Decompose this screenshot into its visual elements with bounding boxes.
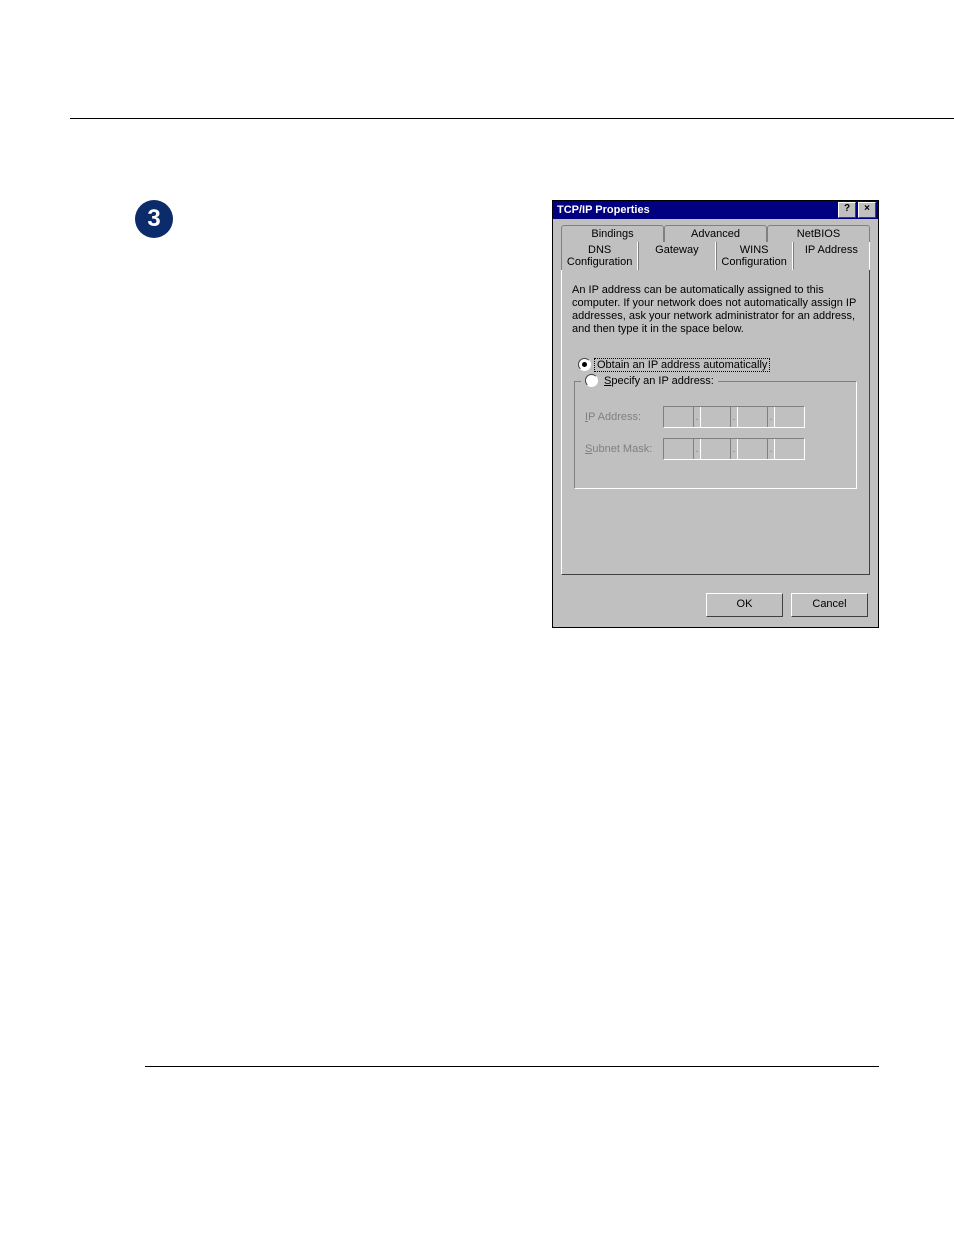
tab-wins[interactable]: WINS Configuration: [716, 242, 793, 270]
dialog-body: Bindings Advanced NetBIOS DNS Configurat…: [553, 219, 878, 585]
header-divider: [70, 118, 954, 119]
radio-icon: [585, 374, 598, 387]
document-page: 3 TCP/IP Properties ? × Bindings Advance…: [0, 0, 954, 1235]
ip-address-label: IP Address:: [585, 411, 663, 423]
subnet-mask-input[interactable]: . . .: [663, 438, 805, 460]
dialog-title: TCP/IP Properties: [557, 204, 650, 216]
ok-button[interactable]: OK: [706, 593, 783, 617]
tab-netbios[interactable]: NetBIOS: [767, 225, 870, 242]
tabs-row-1: Bindings Advanced NetBIOS: [561, 225, 870, 242]
help-icon[interactable]: ?: [838, 202, 856, 218]
tab-ipaddress[interactable]: IP Address: [793, 242, 870, 270]
radio-specify-ip[interactable]: Specify an IP address:: [581, 374, 718, 387]
radio-specify-ip-label: Specify an IP address:: [604, 375, 714, 387]
radio-icon: [578, 358, 591, 371]
ip-address-input[interactable]: . . .: [663, 406, 805, 428]
tab-dns[interactable]: DNS Configuration: [561, 242, 638, 270]
tab-bindings[interactable]: Bindings: [561, 225, 664, 242]
tab-panel-ipaddress: An IP address can be automatically assig…: [561, 269, 870, 575]
radio-obtain-auto-label: Obtain an IP address automatically: [597, 359, 767, 371]
radio-focus-ring: Obtain an IP address automatically: [594, 358, 770, 372]
tcpip-properties-dialog: TCP/IP Properties ? × Bindings Advanced …: [552, 200, 879, 628]
footer-divider: [145, 1066, 879, 1067]
dialog-titlebar[interactable]: TCP/IP Properties ? ×: [553, 201, 878, 219]
step-number: 3: [147, 205, 160, 233]
radio-obtain-auto[interactable]: Obtain an IP address automatically: [578, 358, 859, 371]
tab-advanced[interactable]: Advanced: [664, 225, 767, 242]
ip-description: An IP address can be automatically assig…: [572, 284, 859, 336]
page-header: [75, 60, 879, 150]
tabs-row-2: DNS Configuration Gateway WINS Configura…: [561, 242, 870, 270]
step-number-badge: 3: [135, 200, 173, 238]
ip-address-row: IP Address: . . .: [585, 406, 846, 428]
cancel-button[interactable]: Cancel: [791, 593, 868, 617]
step-row: 3 TCP/IP Properties ? × Bindings Advance…: [135, 200, 879, 628]
dialog-button-row: OK Cancel: [553, 585, 878, 627]
tab-gateway[interactable]: Gateway: [638, 242, 715, 270]
subnet-mask-row: Subnet Mask: . . .: [585, 438, 846, 460]
close-icon[interactable]: ×: [858, 202, 876, 218]
specify-ip-group: Specify an IP address: IP Address: . . .: [574, 381, 857, 489]
subnet-mask-label: Subnet Mask:: [585, 443, 663, 455]
screenshot-column: TCP/IP Properties ? × Bindings Advanced …: [552, 200, 879, 628]
